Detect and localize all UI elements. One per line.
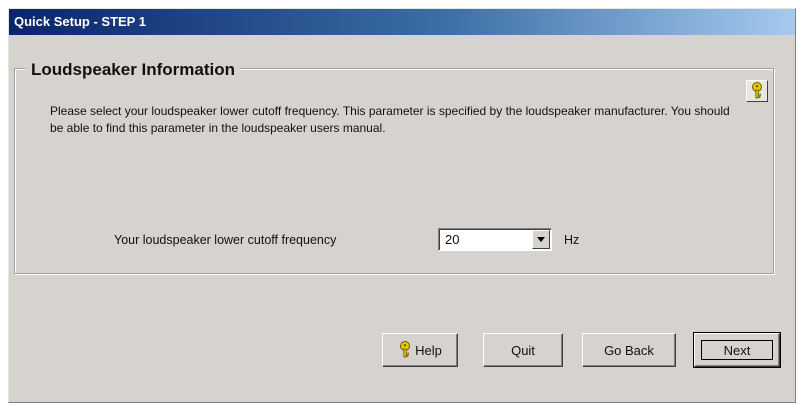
- frequency-value: 20: [445, 232, 460, 247]
- help-button-label: Help: [415, 342, 442, 358]
- group-title: Loudspeaker Information: [26, 59, 241, 81]
- quit-button-label: Quit: [511, 342, 535, 358]
- next-button[interactable]: Next: [693, 332, 781, 368]
- question-key-icon: [752, 82, 762, 99]
- question-key-icon: [400, 341, 411, 358]
- group-description: Please select your loudspeaker lower cut…: [50, 104, 730, 135]
- next-button-focus-ring: [701, 340, 773, 360]
- help-button[interactable]: Help: [382, 333, 458, 367]
- chevron-down-icon: [537, 237, 545, 242]
- group-help-button[interactable]: [746, 80, 768, 102]
- go-back-button[interactable]: Go Back: [582, 333, 676, 367]
- frequency-select[interactable]: 20: [438, 228, 552, 251]
- window-title: Quick Setup - STEP 1: [9, 9, 795, 35]
- quit-button[interactable]: Quit: [483, 333, 563, 367]
- dropdown-arrow-button[interactable]: [532, 230, 550, 249]
- go-back-button-label: Go Back: [604, 342, 654, 358]
- frequency-label: Your loudspeaker lower cutoff frequency: [114, 233, 337, 247]
- frequency-unit: Hz: [564, 233, 580, 247]
